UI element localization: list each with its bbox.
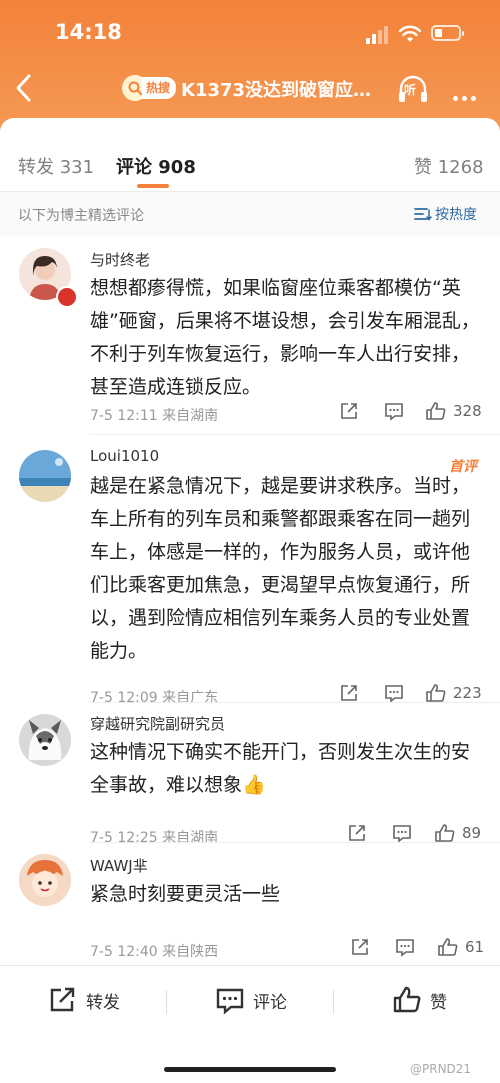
repost-icon[interactable] (339, 683, 359, 703)
comment-meta: 7-5 12:25 来自湖南 (90, 830, 219, 846)
tab-like[interactable]: 赞 1268 (414, 153, 484, 179)
like-count: 61 (465, 938, 485, 956)
comment-icon (216, 988, 244, 1014)
comment-username[interactable]: 与时终老 (90, 249, 150, 270)
like-button[interactable]: 89 (434, 823, 481, 843)
comment-text: 越是在紧急情况下，越是要讲求秩序。当时，车上所有的列车员和乘警都跟乘客在同一趟列… (90, 475, 471, 662)
thumb-up-icon (438, 938, 458, 956)
tab-repost[interactable]: 转发 331 (18, 153, 94, 179)
active-tab-indicator (137, 184, 169, 188)
comment-username[interactable]: 穿越研究院副研究员 (90, 713, 225, 734)
comment-meta: 7-5 12:11 来自湖南 (90, 408, 219, 424)
like-count: 89 (462, 824, 482, 842)
listen-button[interactable]: 听 (396, 72, 430, 106)
avatar[interactable] (19, 854, 71, 906)
header: 14:18 热搜 K1373没达到破窗应… 听 (0, 0, 500, 135)
comment-text: 这种情况下确实不能开门，否则发生次生的安全事故，难以想象👍 (90, 741, 471, 796)
repost-icon[interactable] (350, 937, 370, 957)
comment-icon[interactable] (395, 937, 415, 957)
page-title[interactable]: K1373没达到破窗应… (181, 76, 371, 102)
divider (90, 842, 500, 843)
like-button[interactable]: 赞 (392, 986, 447, 1014)
comment-panel: 转发 331 评论 908 赞 1268 以下为博主精选评论 按热度 与时终老 … (0, 118, 500, 1082)
member-badge-icon (56, 286, 78, 308)
bottom-action-bar: 转发 评论 赞 @PRND21 (0, 965, 500, 1083)
status-bar: 14:18 (0, 20, 500, 50)
tab-bar: 转发 331 评论 908 赞 1268 (0, 118, 500, 192)
sort-icon (414, 208, 432, 221)
divider (333, 990, 334, 1014)
nav-bar: 热搜 K1373没达到破窗应… 听 (0, 66, 500, 110)
comment-item: WAWJ芈 紧急时刻要更灵活一些 7-5 12:40 来自陕西 61 (0, 852, 500, 962)
comment-icon[interactable] (384, 683, 404, 703)
repost-label: 转发 (86, 992, 120, 1013)
comment-label: 评论 (253, 992, 287, 1013)
comment-item: 穿越研究院副研究员 这种情况下确实不能开门，否则发生次生的安全事故，难以想象👍 … (0, 710, 500, 846)
sort-button[interactable]: 按热度 (414, 204, 477, 224)
divider (166, 990, 167, 1014)
divider (90, 702, 500, 703)
like-count: 223 (453, 684, 482, 702)
thumb-up-icon (426, 684, 446, 702)
comment-button[interactable]: 评论 (215, 986, 287, 1014)
like-button[interactable]: 61 (437, 937, 484, 957)
signal-icon (366, 26, 392, 44)
comment-icon[interactable] (384, 401, 404, 421)
more-icon[interactable] (453, 86, 480, 105)
comment-text: 想想都瘆得慌，如果临窗座位乘客都模仿“英雄”砸窗，后果将不堪设想，会引发车厢混乱… (90, 277, 480, 398)
battery-icon (431, 25, 464, 41)
comment-text: 紧急时刻要更灵活一些 (90, 883, 281, 905)
watermark: @PRND21 (410, 1062, 472, 1076)
listen-label: 听 (404, 83, 417, 97)
comment-item: 与时终老 想想都瘆得慌，如果临窗座位乘客都模仿“英雄”砸窗，后果将不堪设想，会引… (0, 246, 500, 426)
hot-search-badge[interactable]: 热搜 (122, 75, 177, 101)
selection-row: 以下为博主精选评论 按热度 (0, 192, 500, 236)
repost-icon[interactable] (339, 401, 359, 421)
comment-username[interactable]: WAWJ芈 (90, 855, 148, 876)
thumb-up-icon (426, 402, 446, 420)
sort-label: 按热度 (435, 207, 477, 223)
divider (90, 434, 500, 435)
comment-username[interactable]: Loui1010 (90, 447, 159, 465)
back-icon[interactable] (12, 72, 36, 104)
repost-icon (50, 987, 75, 1012)
thumb-up-icon (435, 824, 455, 842)
tab-comment[interactable]: 评论 908 (116, 153, 196, 179)
repost-button[interactable]: 转发 (48, 986, 120, 1014)
comment-meta: 7-5 12:09 来自广东 (90, 690, 219, 706)
home-indicator (164, 1067, 336, 1072)
avatar[interactable] (19, 714, 71, 766)
comment-item: Loui1010 首评 越是在紧急情况下，越是要讲求秩序。当时，车上所有的列车员… (0, 444, 500, 706)
like-count: 328 (453, 402, 482, 420)
comment-icon[interactable] (392, 823, 412, 843)
status-time: 14:18 (55, 20, 122, 44)
wifi-icon (398, 25, 422, 42)
thumb-up-icon (393, 986, 421, 1013)
comment-meta: 7-5 12:40 来自陕西 (90, 944, 219, 960)
repost-icon[interactable] (347, 823, 367, 843)
like-button[interactable]: 328 (425, 401, 482, 421)
selection-note: 以下为博主精选评论 (18, 208, 144, 224)
hot-tag-label: 热搜 (142, 77, 177, 99)
like-button[interactable]: 223 (425, 683, 482, 703)
avatar[interactable] (19, 450, 71, 502)
like-label: 赞 (430, 992, 447, 1013)
